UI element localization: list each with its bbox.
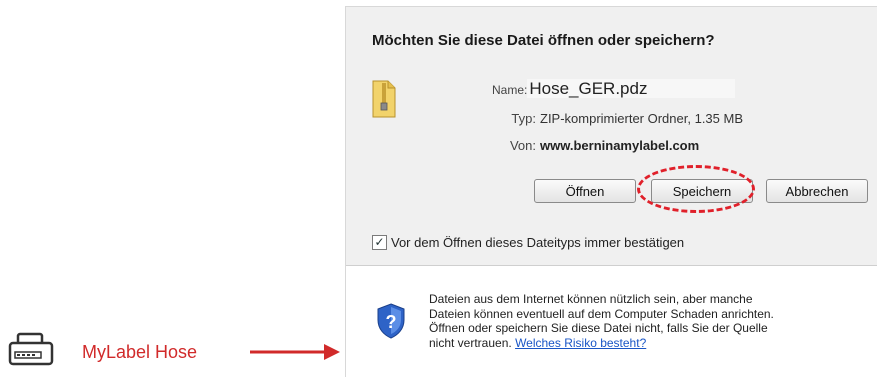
cancel-button[interactable]: Abbrechen: [766, 179, 868, 203]
confirm-checkbox-row[interactable]: ✓ Vor dem Öffnen dieses Dateityps immer …: [372, 235, 684, 250]
file-download-dialog: Möchten Sie diese Datei öffnen oder spei…: [345, 6, 877, 377]
file-source-row: Von: www.berninamylabel.com: [492, 138, 699, 153]
svg-text:?: ?: [386, 312, 397, 332]
confirm-checkbox[interactable]: ✓: [372, 235, 387, 250]
security-shield-icon: ?: [377, 303, 405, 339]
save-highlight-ellipse: [637, 165, 755, 213]
file-source-label: Von:: [509, 138, 536, 153]
file-type-value: ZIP-komprimierter Ordner, 1.35 MB: [540, 111, 743, 126]
risk-info-link[interactable]: Welches Risiko besteht?: [515, 336, 646, 350]
open-button[interactable]: Öffnen: [534, 179, 636, 203]
label-printer-icon: [8, 332, 54, 366]
file-type-row: Typ: ZIP-komprimierter Ordner, 1.35 MB: [492, 111, 743, 126]
warning-line-prefix: nicht vertrauen.: [429, 335, 512, 350]
file-name-label: Name:: [492, 83, 528, 97]
warning-text: Dateien aus dem Internet können nützlich…: [429, 292, 869, 350]
warning-line: Dateien aus dem Internet können nützlich…: [429, 292, 753, 306]
mylabel-annotation-label: MyLabel Hose: [82, 342, 198, 362]
warning-line: Dateien können eventuell auf dem Compute…: [429, 306, 774, 321]
file-name-value: Hose_GER.pdz: [527, 79, 736, 98]
file-name-row: Name: Hose_GER.pdz: [492, 79, 736, 99]
warning-line: Öffnen oder speichern Sie diese Datei ni…: [429, 321, 768, 335]
warning-line: nicht vertrauen. Welches Risiko besteht?: [429, 336, 869, 351]
confirm-checkbox-label: Vor dem Öffnen dieses Dateityps immer be…: [391, 235, 685, 250]
pointer-arrow: [250, 344, 340, 360]
file-type-label: Typ:: [511, 111, 536, 126]
dialog-question: Möchten Sie diese Datei öffnen oder spei…: [372, 32, 715, 49]
zip-folder-icon: [372, 80, 396, 118]
file-source-value: www.berninamylabel.com: [540, 138, 700, 153]
